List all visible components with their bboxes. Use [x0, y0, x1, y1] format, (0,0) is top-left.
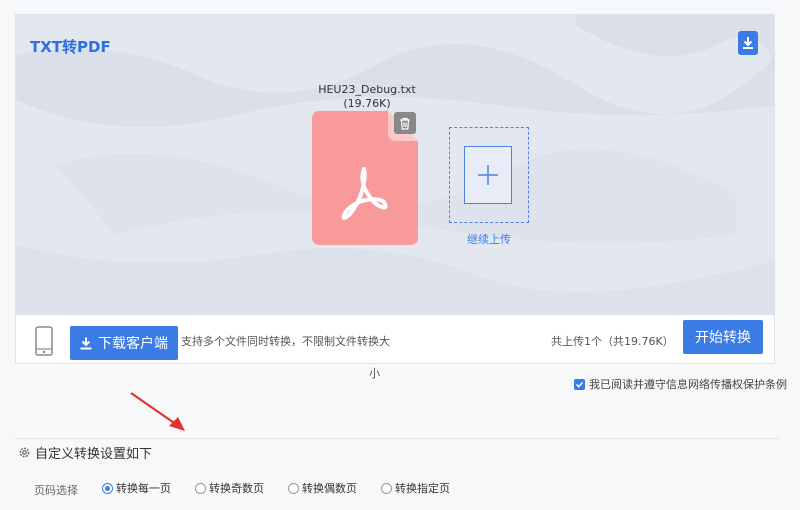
download-client-label: 下载客户端 [98, 336, 168, 352]
support-text-overflow: 小 [369, 367, 380, 380]
download-icon[interactable] [738, 31, 758, 55]
radio-even-pages[interactable]: 转换偶数页 [288, 480, 357, 496]
file-size: (19.76K) [343, 97, 391, 110]
file-info: HEU23_Debug.txt (19.76K) [312, 83, 422, 111]
radio-button[interactable] [102, 482, 113, 494]
upload-count: 共上传1个（共19.76K） [551, 335, 674, 348]
radio-label: 转换指定页 [395, 482, 450, 495]
radio-button[interactable] [288, 482, 299, 494]
download-icon [80, 337, 92, 349]
agreement-checkbox[interactable]: 我已阅读并遵守信息网络传播权保护条例 [574, 376, 787, 392]
page-select-label: 页码选择 [34, 484, 78, 497]
phone-icon [35, 326, 53, 356]
plus-icon[interactable] [464, 146, 512, 204]
page-select-options: 转换每一页 转换奇数页 转换偶数页 转换指定页 [102, 480, 474, 496]
radio-every-page[interactable]: 转换每一页 [102, 480, 171, 496]
radio-odd-pages[interactable]: 转换奇数页 [195, 480, 264, 496]
radio-label: 转换奇数页 [209, 482, 264, 495]
settings-title: 自定义转换设置如下 [35, 447, 153, 462]
check-icon[interactable] [574, 378, 585, 390]
gear-icon [19, 447, 30, 458]
annotation-arrow [130, 392, 185, 431]
radio-button[interactable] [381, 482, 392, 494]
start-convert-button[interactable]: 开始转换 [683, 320, 763, 354]
download-client-button[interactable]: 下载客户端 [70, 326, 178, 360]
radio-button[interactable] [195, 482, 206, 494]
radio-specified-pages[interactable]: 转换指定页 [381, 480, 450, 496]
agreement-text: 我已阅读并遵守信息网络传播权保护条例 [589, 378, 787, 391]
action-bar: 下载客户端 支持多个文件同时转换，不限制文件转换大 共上传1个（共19.76K）… [16, 315, 774, 363]
converter-panel: TXT转PDF HEU23_Debug.txt (19.76K) 继续上传 下载… [15, 14, 775, 364]
trash-icon[interactable] [394, 112, 416, 134]
file-name: HEU23_Debug.txt [318, 83, 416, 96]
continue-upload-link[interactable]: 继续上传 [449, 231, 529, 247]
support-text: 支持多个文件同时转换，不限制文件转换大 [181, 335, 390, 348]
radio-label: 转换偶数页 [302, 482, 357, 495]
app-title: TXT转PDF [30, 38, 111, 56]
radio-label: 转换每一页 [116, 482, 171, 495]
section-divider [15, 438, 780, 439]
settings-header: 自定义转换设置如下 [18, 443, 152, 462]
upload-more-area[interactable] [449, 127, 529, 223]
